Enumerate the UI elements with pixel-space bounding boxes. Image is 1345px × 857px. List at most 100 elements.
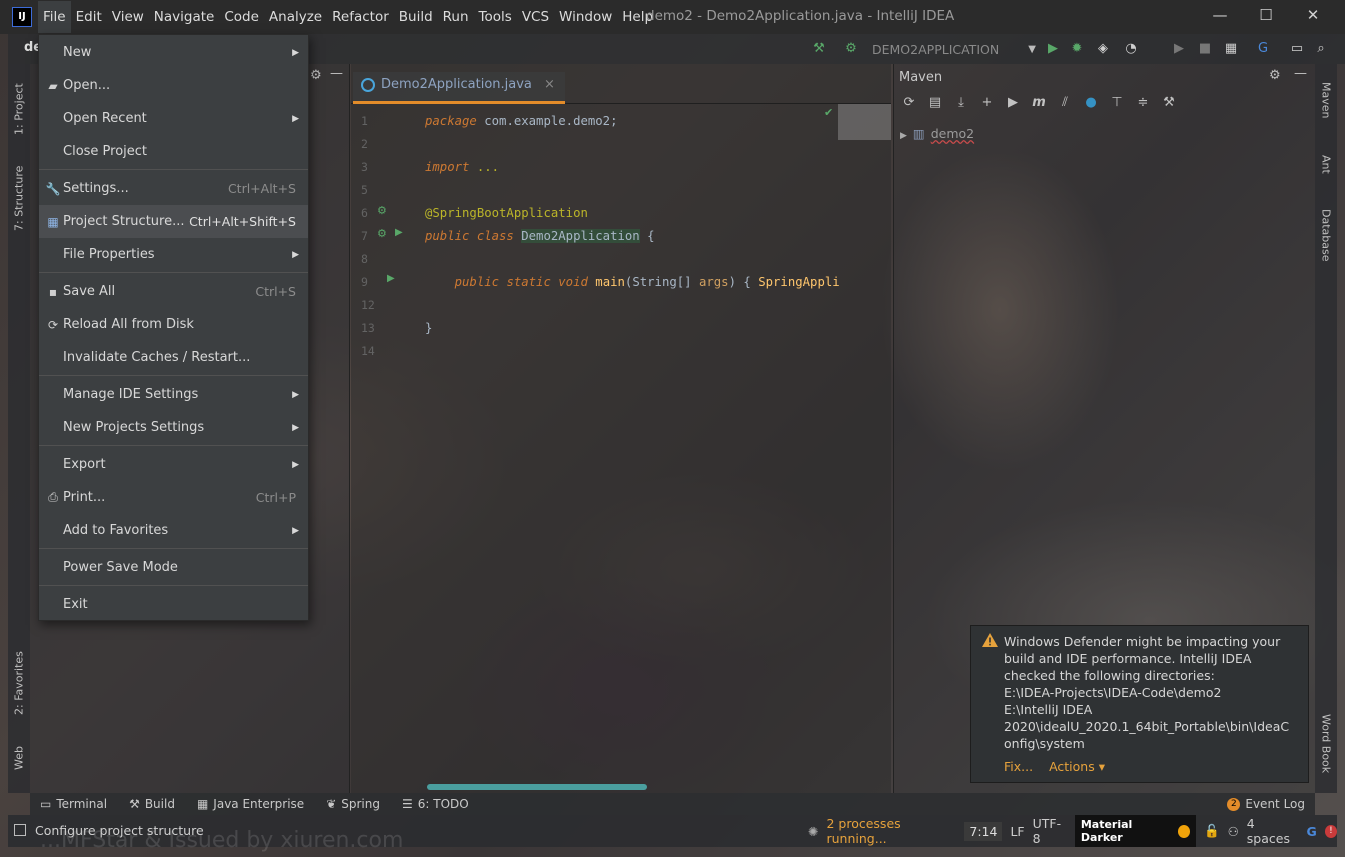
show-dependencies-icon[interactable]: ⊤ [1106,92,1128,114]
run-maven-icon[interactable]: ▶ [1002,92,1024,114]
translate-icon[interactable]: G [1252,39,1274,59]
caret-position[interactable]: 7:14 [964,821,1003,841]
menu-item-project-structure[interactable]: ▦ Project Structure... Ctrl+Alt+Shift+S [39,205,308,238]
menu-item-export[interactable]: Export ▶ [39,448,308,481]
menu-edit[interactable]: Edit [71,1,107,33]
background-processes[interactable]: 2 processes running... [826,816,956,846]
download-icon[interactable]: ⤓ [950,92,972,114]
menu-run[interactable]: Run [438,1,474,33]
project-structure-toolbar-icon[interactable]: ▦ [1220,39,1242,59]
panel-hide-icon[interactable]: — [330,66,343,81]
inspector-icon[interactable]: ⚇ [1228,824,1239,839]
collapse-all-icon[interactable]: ≑ [1132,92,1154,114]
database-tool-tab[interactable]: Database [1315,200,1337,270]
skip-tests-icon[interactable]: ⫽ [1054,92,1076,114]
maven-settings-icon[interactable]: ⚙ [1269,68,1281,83]
menu-item-open-recent[interactable]: Open Recent ▶ [39,102,308,135]
menu-item-add-to-favorites[interactable]: Add to Favorites ▶ [39,514,308,547]
todo-tool-button[interactable]: ☰ 6: TODO [402,797,469,811]
build-hammer-icon[interactable]: ⚒ [808,39,830,59]
menu-code[interactable]: Code [219,1,264,33]
menu-item-power-save-mode[interactable]: Power Save Mode [39,551,308,584]
menu-item-save-all[interactable]: ▪ Save All Ctrl+S [39,275,308,308]
rerun-icon[interactable]: ▶ [1168,39,1190,59]
coverage-icon[interactable]: ◈ [1092,39,1114,59]
web-tool-tab[interactable]: Web [8,734,30,782]
spring-tool-button[interactable]: ❦ Spring [326,797,380,811]
line-separator[interactable]: LF [1010,824,1024,839]
menu-file[interactable]: File [38,1,71,33]
expand-arrow-icon[interactable]: ▶ [900,131,907,141]
execute-goal-icon[interactable]: m [1028,92,1050,114]
build-tool-button[interactable]: ⚒ Build [129,797,175,811]
close-tab-icon[interactable]: × [544,77,555,92]
terminal-toolbar-icon[interactable]: ▭ [1286,39,1308,59]
menu-analyze[interactable]: Analyze [264,1,327,33]
file-encoding[interactable]: UTF-8 [1033,816,1067,846]
spring-bean-icon[interactable]: ⚙ [377,227,387,240]
fix-link[interactable]: Fix... [1004,759,1033,774]
menu-item-invalidate-caches[interactable]: Invalidate Caches / Restart... [39,341,308,374]
wordbook-tool-tab[interactable]: Word Book [1315,704,1337,784]
maven-tool-tab[interactable]: Maven [1315,72,1337,128]
event-log-button[interactable]: 2 Event Log [1227,797,1305,811]
generate-sources-icon[interactable]: ▤ [924,92,946,114]
run-gutter-icon[interactable]: ▶ [395,227,403,238]
material-theme-widget[interactable]: Material Darker [1074,815,1196,847]
indent-setting[interactable]: 4 spaces [1247,816,1299,846]
search-icon[interactable]: ⌕ [1310,39,1332,59]
menu-window[interactable]: Window [554,1,617,33]
menu-item-manage-ide-settings[interactable]: Manage IDE Settings ▶ [39,378,308,411]
panel-settings-icon[interactable]: ⚙ [310,68,322,83]
maven-tree-item[interactable]: ▶ ▥ demo2 [900,126,974,141]
code-minimap[interactable] [838,104,891,140]
menu-item-open[interactable]: ▰ Open... [39,69,308,102]
menu-item-new-projects-settings[interactable]: New Projects Settings ▶ [39,411,308,444]
profile-icon[interactable]: ◔ [1120,39,1142,59]
menu-vcs[interactable]: VCS [517,1,554,33]
menu-tools[interactable]: Tools [474,1,517,33]
offline-mode-icon[interactable]: ● [1080,92,1102,114]
menu-item-settings[interactable]: 🔧 Settings... Ctrl+Alt+S [39,172,308,205]
add-icon[interactable]: + [976,92,998,114]
menu-item-print[interactable]: ⎙ Print... Ctrl+P [39,481,308,514]
menu-separator [39,585,308,586]
error-indicator-icon[interactable]: ! [1324,824,1337,838]
close-window-button[interactable]: ✕ [1290,0,1336,32]
menu-refactor[interactable]: Refactor [327,1,394,33]
maven-wrench-icon[interactable]: ⚒ [1158,92,1180,114]
terminal-tool-button[interactable]: ▭ Terminal [40,797,107,811]
stop-icon[interactable]: ■ [1194,39,1216,59]
lock-icon[interactable]: 🔓 [1204,823,1220,839]
actions-link[interactable]: Actions ▾ [1049,759,1105,774]
editor-tab-demo2application[interactable]: Demo2Application.java × [353,72,565,104]
structure-tool-tab[interactable]: 7: Structure [8,156,30,240]
menu-view[interactable]: View [107,1,149,33]
run-icon[interactable]: ▶ [1042,39,1064,59]
horizontal-scrollbar[interactable] [427,784,647,790]
minimize-button[interactable]: — [1197,0,1243,32]
maven-hide-icon[interactable]: — [1294,66,1307,81]
favorites-tool-tab[interactable]: 2: Favorites [8,639,30,727]
run-configuration-select[interactable]: DEMO2APPLICATION ▼ [848,39,1044,61]
debug-icon[interactable]: ✹ [1066,39,1088,59]
project-tool-tab[interactable]: 1: Project [8,70,30,148]
reload-icon[interactable]: ⟳ [898,92,920,114]
maximize-button[interactable]: ☐ [1243,0,1289,32]
java-enterprise-tool-button[interactable]: ▦ Java Enterprise [197,797,304,811]
spring-bean-icon[interactable]: ⚙ [377,204,387,217]
menu-item-new[interactable]: New ▶ [39,36,308,69]
ant-tool-tab[interactable]: Ant [1315,144,1337,184]
run-gutter-icon[interactable]: ▶ [387,273,395,284]
menu-item-file-properties[interactable]: File Properties ▶ [39,238,308,271]
code-content[interactable]: package com.example.demo2; import ... @S… [425,108,839,793]
google-translate-icon[interactable]: G [1307,824,1317,839]
menu-item-exit[interactable]: Exit [39,588,308,621]
menu-item-label: Manage IDE Settings [63,387,199,402]
menu-build[interactable]: Build [394,1,438,33]
menu-item-reload-all[interactable]: ⟳ Reload All from Disk [39,308,308,341]
menu-navigate[interactable]: Navigate [149,1,220,33]
toggle-tool-windows-icon[interactable] [14,824,26,836]
menu-item-label: Exit [63,597,88,612]
menu-item-close-project[interactable]: Close Project [39,135,308,168]
